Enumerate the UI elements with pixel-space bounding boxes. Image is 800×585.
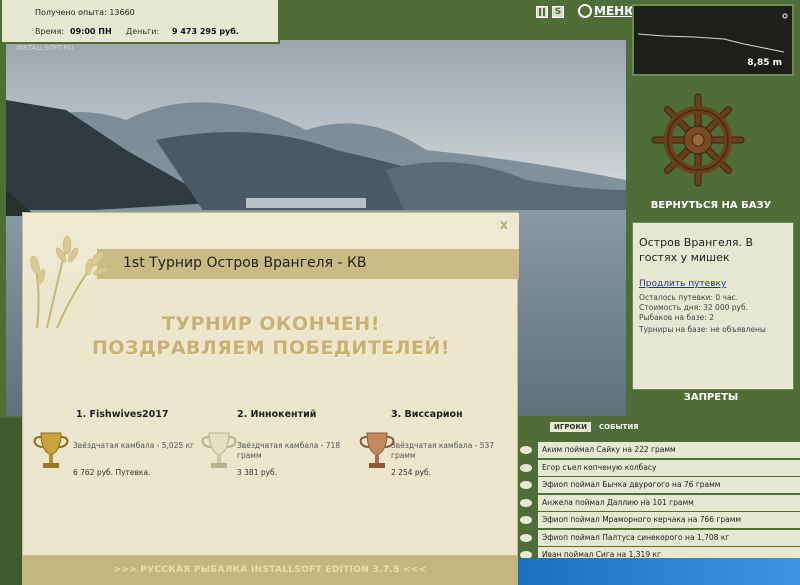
winner-fish: Звёздчатая камбала - 718 грамм — [237, 441, 341, 460]
tournament-over-headline: ТУРНИР ОКОНЧЕН! — [161, 313, 380, 335]
pause-icon[interactable] — [536, 6, 548, 18]
bullet-icon — [520, 481, 532, 490]
winner-name: 2. Иннокентий — [237, 409, 317, 420]
events-list: Аким поймал Сайку на 222 грамм Егор съел… — [518, 442, 800, 565]
dialog-title: 1st Турнир Остров Врангеля - КВ — [123, 255, 367, 271]
bullet-icon — [520, 516, 532, 525]
list-item: Анжела поймал Даллию на 101 грамм — [518, 494, 800, 512]
list-item: Егор съел копченую колбасу — [518, 459, 800, 477]
depth-sonar-panel: 8,85 m — [632, 4, 794, 76]
depth-value: 8,85 m — [747, 58, 782, 68]
winner-fish: Звёздчатая камбала - 5,025 кг — [73, 441, 195, 450]
list-item: Эфиоп поймал Бычка двурогого на 76 грамм — [518, 477, 800, 495]
winner-prize: 6 762 руб. Путевка. — [73, 468, 151, 477]
left-tool-strip — [0, 418, 22, 585]
list-item: Аким поймал Сайку на 222 грамм — [518, 442, 800, 460]
winner-prize: 3 381 руб. — [237, 468, 278, 477]
bronze-cup-icon — [359, 432, 395, 468]
experience-text: Получено опыта: 13660 — [35, 8, 135, 17]
tournament-results-dialog: 1st Турнир Остров Врангеля - КВ x ТУРНИР… — [22, 212, 519, 556]
extend-voucher-link[interactable]: Продлить путевку — [639, 279, 726, 289]
ship-wheel-icon — [651, 93, 745, 187]
silver-cup-icon — [201, 432, 237, 468]
close-icon[interactable]: x — [497, 219, 511, 233]
time-value: 09:00 ПН — [70, 27, 112, 36]
tournaments-text: Турниры на базе: не объявлены — [639, 325, 766, 334]
menu-button[interactable]: МЕНЮ — [578, 4, 638, 18]
time-label: Время: — [35, 27, 65, 36]
gear-icon — [578, 4, 592, 18]
base-title: Остров Врангеля. В гостях у мишек — [639, 236, 754, 264]
winner-prize: 2 254 руб. — [391, 468, 432, 477]
congrats-headline: ПОЗДРАВЛЯЕМ ПОБЕДИТЕЛЕЙ! — [91, 337, 451, 359]
winner-name: 3. Виссарион — [391, 409, 463, 420]
events-panel: ИГРОКИ СОБЫТИЯ Аким поймал Сайку на 222 … — [518, 418, 800, 565]
events-tabs: ИГРОКИ СОБЫТИЯ — [550, 422, 643, 432]
day-cost-text: Стоимость дня: 32 000 руб. — [639, 303, 748, 312]
voucher-remaining-text: Осталось путевки: 0 час. — [639, 293, 739, 302]
fishers-count-text: Рыбаков на базе: 2 — [639, 313, 714, 322]
return-to-base-button[interactable]: ВЕРНУТЬСЯ НА БАЗУ — [628, 200, 794, 211]
bullet-icon — [520, 463, 532, 472]
list-item: Эфиоп поймал Мраморного керчака на 766 г… — [518, 512, 800, 530]
base-info-panel: Остров Врангеля. В гостях у мишек Продли… — [632, 222, 794, 390]
winner-name: 1. Fishwives2017 — [76, 409, 169, 420]
tab-events[interactable]: СОБЫТИЯ — [595, 422, 643, 432]
gold-cup-icon — [33, 432, 69, 468]
bullet-icon — [520, 446, 532, 455]
os-taskbar — [518, 558, 800, 585]
money-value: 9 473 295 руб. — [172, 27, 239, 36]
top-icon-group: S — [536, 6, 564, 18]
bans-button[interactable]: ЗАПРЕТЫ — [628, 392, 794, 403]
watermark-text: INSTALLSOFT.RU — [16, 44, 74, 52]
winner-fish: Звёздчатая камбала - 537 грамм — [391, 441, 495, 460]
bullet-icon — [520, 498, 532, 507]
bullet-icon — [520, 533, 532, 542]
player-info-panel: Получено опыта: 13660 Время: 09:00 ПН Де… — [0, 0, 280, 44]
version-footer: >>> РУССКАЯ РЫБАЛКА INSTALLSOFT EDITION … — [22, 556, 518, 585]
money-label: Деньги: — [126, 27, 160, 36]
tab-players[interactable]: ИГРОКИ — [550, 422, 591, 432]
list-item: Эфиоп поймал Палтуса синекорого на 1,708… — [518, 529, 800, 547]
s-button[interactable]: S — [552, 6, 564, 18]
return-to-base-panel[interactable]: ВЕРНУТЬСЯ НА БАЗУ — [628, 84, 794, 220]
